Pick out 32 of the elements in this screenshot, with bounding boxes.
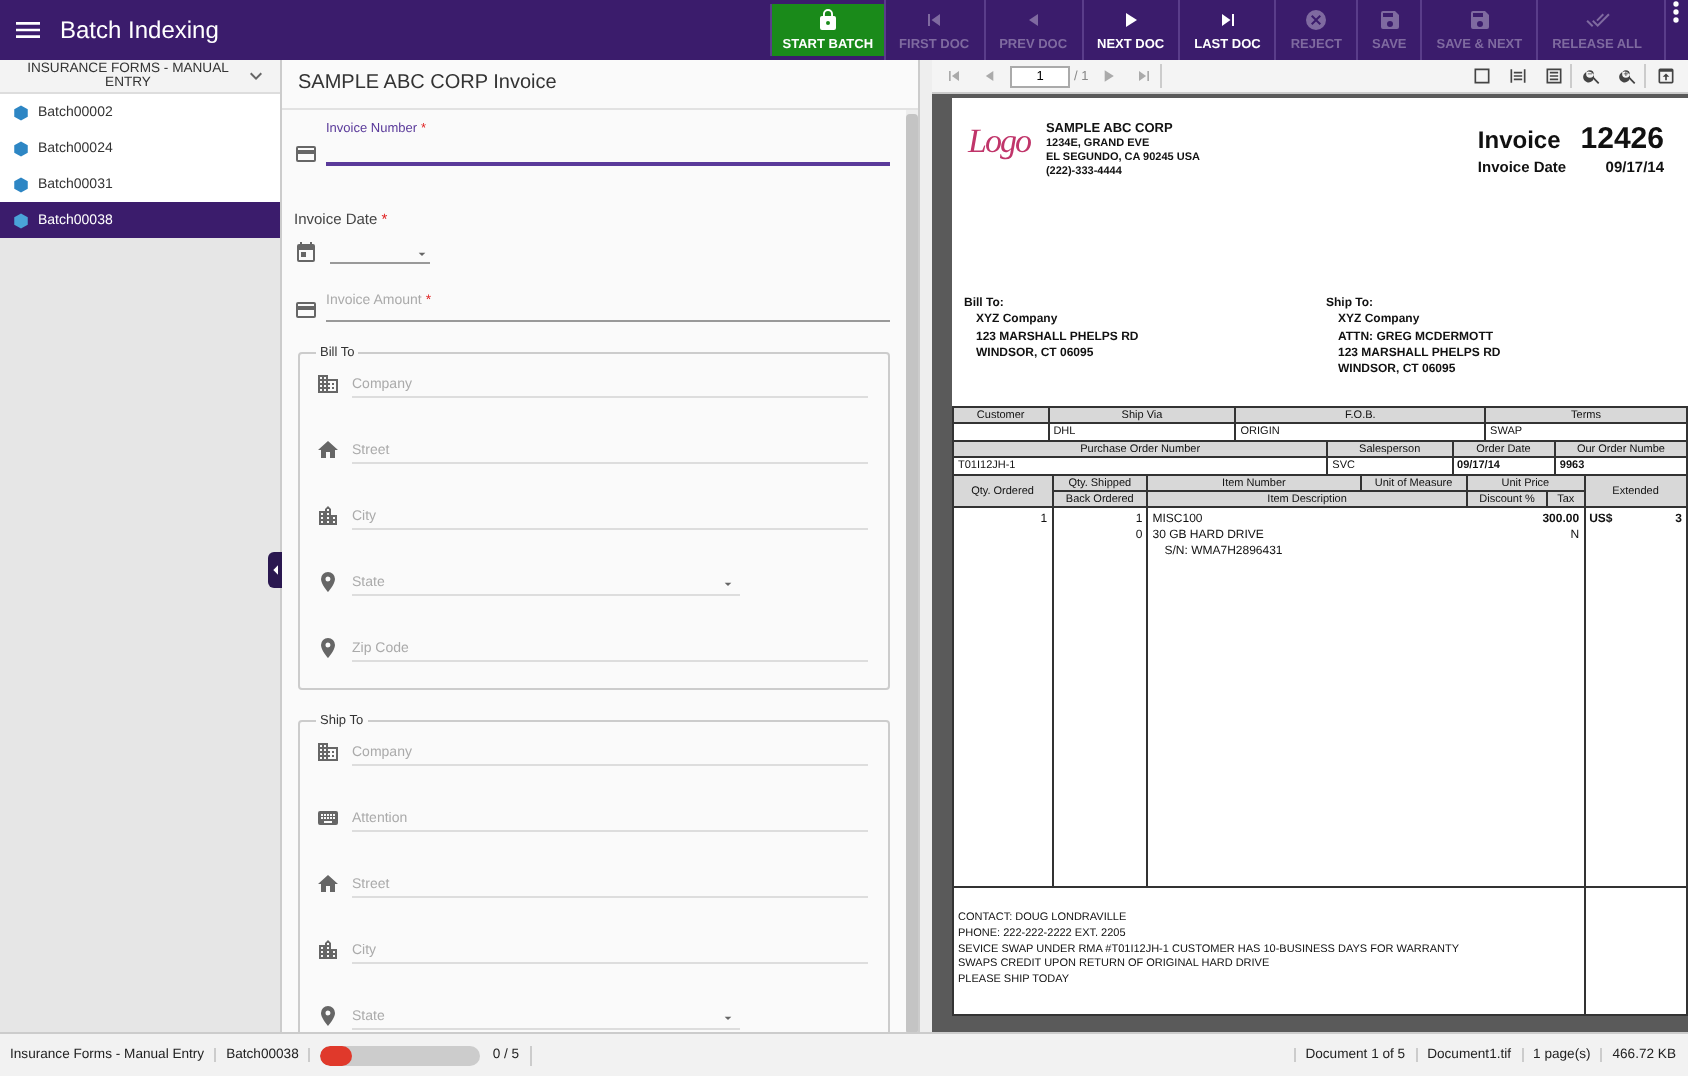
fullscreen-icon xyxy=(1656,66,1676,86)
app-title: Batch Indexing xyxy=(60,16,219,44)
invoice-heading: Invoice xyxy=(1477,126,1561,154)
zoom-in-icon xyxy=(1618,66,1638,86)
logo-text: Logo xyxy=(968,122,1030,164)
lock-icon xyxy=(815,8,840,32)
save-icon xyxy=(1467,8,1492,32)
cancel-icon xyxy=(1304,8,1329,32)
card-icon xyxy=(294,298,318,322)
home-icon xyxy=(316,872,340,896)
city-icon xyxy=(316,504,340,528)
card-icon xyxy=(294,142,318,166)
calendar-icon xyxy=(294,240,318,264)
invoice-number: 12426 xyxy=(1580,122,1664,156)
fit-width-icon xyxy=(1508,66,1528,86)
skip-last-icon xyxy=(1134,66,1155,86)
location-pin-icon xyxy=(316,636,340,660)
building-icon xyxy=(316,740,340,764)
save-icon xyxy=(1377,8,1402,32)
fit-page-icon xyxy=(1544,66,1564,86)
home-icon xyxy=(316,438,340,462)
location-pin-icon xyxy=(316,1004,340,1028)
double-check-icon xyxy=(1585,8,1610,32)
form-title: SAMPLE ABC CORP Invoice xyxy=(282,60,918,110)
zoom-out-icon xyxy=(1582,66,1602,86)
skip-first-icon xyxy=(944,66,964,86)
collapse-panel-button[interactable] xyxy=(268,552,282,588)
building-icon xyxy=(316,372,340,396)
more-vert-icon xyxy=(1672,0,1680,24)
location-pin-icon xyxy=(316,570,340,594)
keyboard-icon xyxy=(316,806,340,830)
city-icon xyxy=(316,938,340,962)
